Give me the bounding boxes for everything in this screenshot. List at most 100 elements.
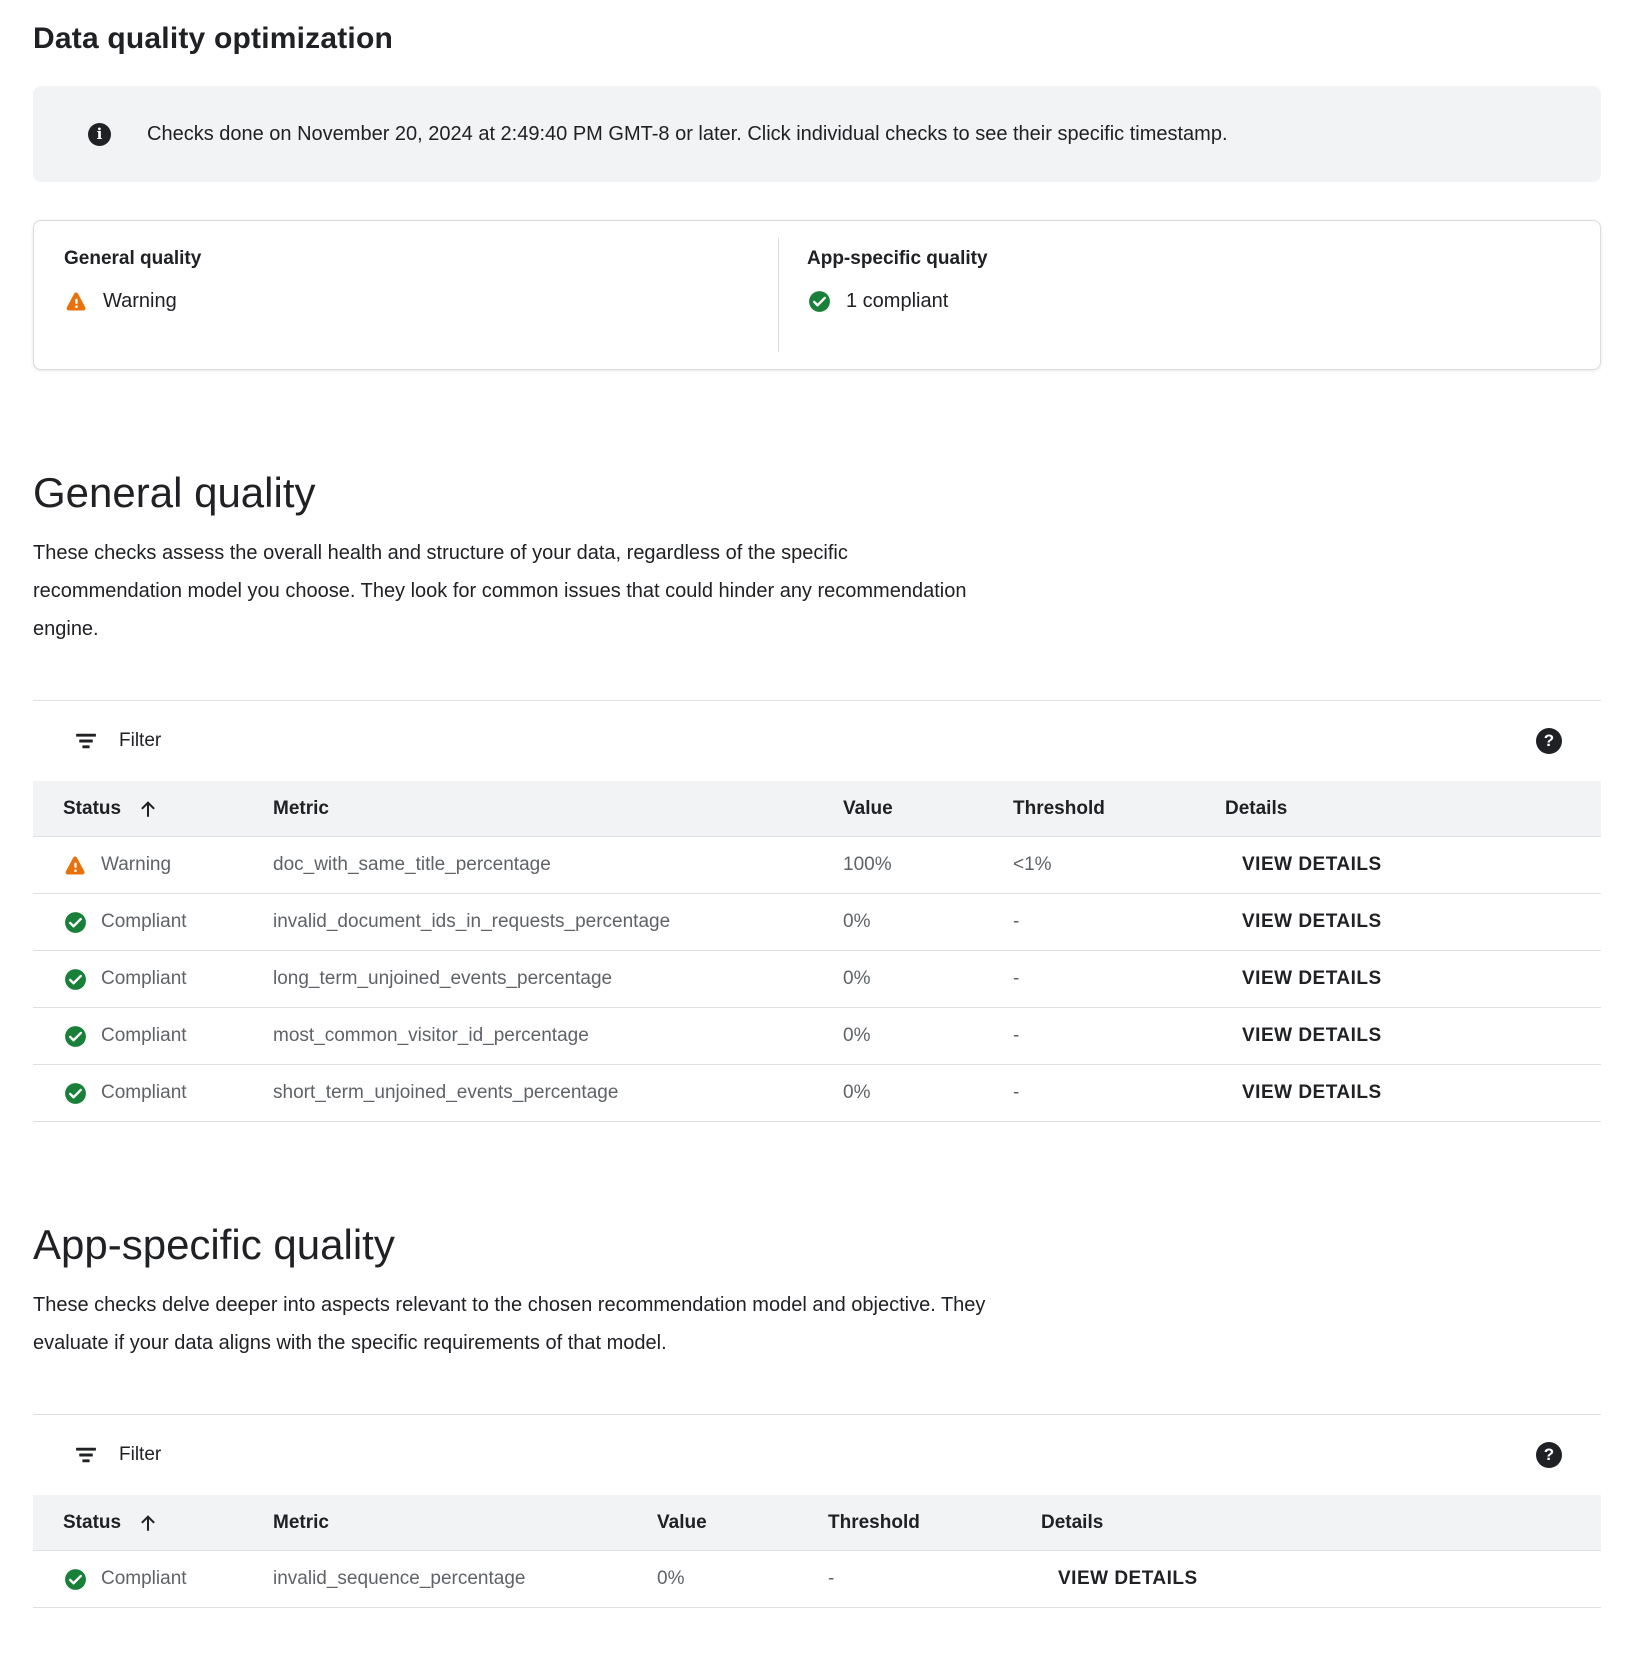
view-details-button[interactable]: VIEW DETAILS [1225,1082,1382,1104]
status-label: Compliant [101,1025,187,1047]
value-cell: 0% [843,1025,1013,1047]
column-header-details: Details [1041,1512,1601,1534]
summary-general-title: General quality [64,248,778,270]
value-cell: 0% [657,1568,828,1590]
status-cell: Compliant [63,1081,273,1106]
help-icon[interactable] [1536,1442,1562,1468]
check-circle-icon [63,1567,88,1592]
filter-label: Filter [119,730,161,752]
view-details-button[interactable]: VIEW DETAILS [1225,911,1382,933]
metric-cell: long_term_unjoined_events_percentage [273,968,843,990]
table-header-row: Status Metric Value Threshold Details [33,1495,1601,1551]
warning-icon [63,853,88,878]
status-label: Compliant [101,911,187,933]
threshold-cell: - [1013,1082,1225,1104]
status-cell: Compliant [63,967,273,992]
summary-app-specific-title: App-specific quality [807,248,1600,270]
section-general-quality: General quality These checks assess the … [33,370,1601,1122]
status-cell: Compliant [63,1024,273,1049]
view-details-button[interactable]: VIEW DETAILS [1225,1025,1382,1047]
details-cell: VIEW DETAILS [1225,1025,1601,1047]
metric-cell: short_term_unjoined_events_percentage [273,1082,843,1104]
table-row: Compliant short_term_unjoined_events_per… [33,1065,1601,1122]
sort-ascending-icon [137,798,159,820]
metric-cell: invalid_document_ids_in_requests_percent… [273,911,843,933]
threshold-cell: - [1013,968,1225,990]
table-toolbar: Filter [33,1415,1601,1495]
metric-cell: doc_with_same_title_percentage [273,854,843,876]
filter-icon [75,732,97,750]
filter-button[interactable]: Filter [75,730,161,752]
column-header-value: Value [657,1512,828,1534]
check-circle-icon [63,967,88,992]
table-row: Warning doc_with_same_title_percentage 1… [33,837,1601,894]
help-icon[interactable] [1536,728,1562,754]
value-cell: 100% [843,854,1013,876]
column-header-status[interactable]: Status [63,798,273,820]
column-header-details: Details [1225,798,1601,820]
threshold-cell: - [1013,1025,1225,1047]
page: Data quality optimization Checks done on… [0,0,1634,1608]
threshold-cell: - [828,1568,1041,1590]
table-header-row: Status Metric Value Threshold Details [33,781,1601,837]
summary-general: General quality Warning [34,221,778,369]
table-row: Compliant long_term_unjoined_events_perc… [33,951,1601,1008]
details-cell: VIEW DETAILS [1041,1568,1601,1590]
value-cell: 0% [843,911,1013,933]
filter-button[interactable]: Filter [75,1444,161,1466]
value-cell: 0% [843,968,1013,990]
table-toolbar: Filter [33,701,1601,781]
general-quality-table: Filter Status Metric Value Threshold Det… [33,700,1601,1122]
view-details-button[interactable]: VIEW DETAILS [1041,1568,1198,1590]
details-cell: VIEW DETAILS [1225,1082,1601,1104]
column-header-threshold: Threshold [828,1512,1041,1534]
view-details-button[interactable]: VIEW DETAILS [1225,968,1382,990]
column-header-threshold: Threshold [1013,798,1225,820]
summary-app-specific: App-specific quality 1 compliant [779,221,1600,369]
banner-text: Checks done on November 20, 2024 at 2:49… [147,123,1228,146]
threshold-cell: <1% [1013,854,1225,876]
status-column-label: Status [63,798,121,820]
filter-icon [75,1446,97,1464]
app-specific-quality-table: Filter Status Metric Value Threshold Det… [33,1414,1601,1608]
summary-app-specific-status: 1 compliant [807,289,1600,314]
summary-general-status: Warning [64,289,778,314]
summary-app-specific-status-label: 1 compliant [846,290,948,313]
status-label: Compliant [101,1568,187,1590]
summary-general-status-label: Warning [103,290,177,313]
sort-ascending-icon [137,1512,159,1534]
column-header-value: Value [843,798,1013,820]
table-row: Compliant invalid_document_ids_in_reques… [33,894,1601,951]
column-header-metric: Metric [273,1512,657,1534]
metric-cell: most_common_visitor_id_percentage [273,1025,843,1047]
details-cell: VIEW DETAILS [1225,911,1601,933]
column-header-metric: Metric [273,798,843,820]
status-cell: Compliant [63,1567,273,1592]
status-column-label: Status [63,1512,121,1534]
section-app-specific-quality: App-specific quality These checks delve … [33,1122,1601,1608]
page-title: Data quality optimization [33,0,1601,56]
details-cell: VIEW DETAILS [1225,854,1601,876]
filter-label: Filter [119,1444,161,1466]
table-row: Compliant most_common_visitor_id_percent… [33,1008,1601,1065]
check-circle-icon [63,1081,88,1106]
info-icon [88,123,111,146]
status-label: Compliant [101,1082,187,1104]
section-description: These checks assess the overall health a… [33,534,993,648]
warning-icon [64,289,89,314]
section-description: These checks delve deeper into aspects r… [33,1286,993,1362]
status-cell: Warning [63,853,273,878]
check-circle-icon [63,910,88,935]
table-row: Compliant invalid_sequence_percentage 0%… [33,1551,1601,1608]
metric-cell: invalid_sequence_percentage [273,1568,657,1590]
details-cell: VIEW DETAILS [1225,968,1601,990]
value-cell: 0% [843,1082,1013,1104]
view-details-button[interactable]: VIEW DETAILS [1225,854,1382,876]
section-heading: App-specific quality [33,1122,1601,1272]
status-label: Compliant [101,968,187,990]
summary-card: General quality Warning App-specific qua… [33,220,1601,370]
check-circle-icon [63,1024,88,1049]
check-circle-icon [807,289,832,314]
column-header-status[interactable]: Status [63,1512,273,1534]
status-label: Warning [101,854,171,876]
